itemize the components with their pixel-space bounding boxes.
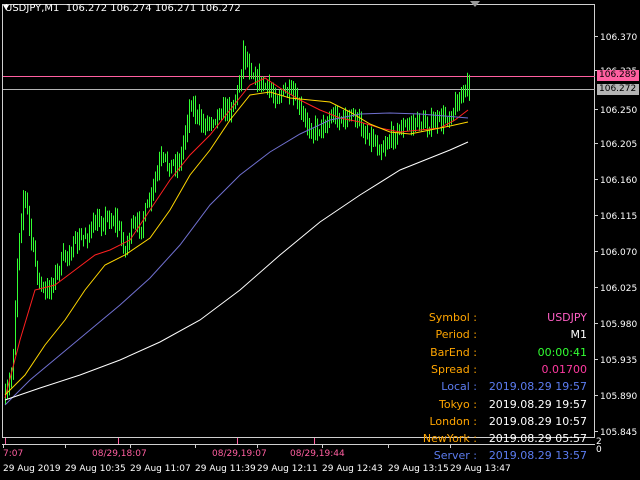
time-label: 29 Aug 12:43 [322, 464, 383, 474]
price-label: 105.845 [600, 428, 637, 438]
time-label: 29 Aug 10:35 [65, 464, 126, 474]
chart-shift-arrow-icon[interactable] [470, 1, 480, 7]
price-label: 106.205 [600, 140, 637, 150]
alert-price-tag: 106.289 [597, 70, 639, 81]
info-row-value: 2019.08.29 19:57 [488, 380, 587, 394]
chart-window[interactable]: 106.370106.325106.250106.205106.160106.1… [0, 0, 640, 480]
session-marker-label: 08/29,19:44 [290, 449, 345, 459]
time-label: 29 Aug 13:15 [388, 464, 449, 474]
bid-price-tag: 106.272 [597, 84, 639, 95]
session-marker-label: 08/29,19:07 [212, 449, 267, 459]
info-row-value: 0.01700 [541, 362, 588, 376]
price-label: 106.025 [600, 284, 637, 294]
ma-slow-line [4, 112, 469, 406]
corner-bottom-number: 0 [596, 445, 602, 455]
price-label: 105.890 [600, 392, 637, 402]
info-row-label: Local : [441, 380, 477, 394]
info-row-label: NewYork : [422, 432, 477, 446]
price-label: 106.370 [600, 33, 637, 43]
info-row-label: Period : [435, 328, 477, 342]
price-label: 106.115 [600, 212, 637, 222]
price-label: 105.935 [600, 356, 637, 366]
info-row-value: 2019.08.29 10:57 [488, 414, 587, 428]
session-marker-label: 08/29,18:07 [92, 449, 147, 459]
info-row-label: Symbol : [428, 311, 477, 324]
info-row-value: 2019.08.29 13:57 [488, 449, 587, 463]
info-row-label: Server : [433, 449, 477, 463]
session-marker-label: 7:07 [3, 449, 23, 459]
info-row-label: Tokyo : [438, 397, 477, 411]
info-row-value: 00:00:41 [537, 345, 587, 359]
time-label: 29 Aug 11:39 [195, 464, 256, 474]
time-label: 29 Aug 12:11 [257, 464, 318, 474]
info-row-value: M1 [570, 328, 588, 342]
info-row-value: 2019.08.29 05:57 [488, 432, 587, 446]
info-row-label: London : [429, 414, 477, 428]
price-label: 105.980 [600, 320, 637, 330]
time-label: 29 Aug 11:07 [130, 464, 191, 474]
price-label: 106.160 [600, 176, 637, 186]
info-row-label: Spread : [431, 362, 477, 376]
info-row-value: 2019.08.29 19:57 [488, 397, 587, 411]
time-label: 29 Aug 2019 [3, 464, 61, 474]
info-row-label: BarEnd : [430, 345, 477, 359]
price-label: 106.070 [600, 248, 637, 258]
symbol-title: USDJPY,M1 106.272 106.274 106.271 106.27… [5, 3, 241, 14]
time-label: 29 Aug 13:47 [450, 464, 511, 474]
info-row-value: USDJPY [547, 311, 587, 324]
price-label: 106.250 [600, 106, 637, 116]
